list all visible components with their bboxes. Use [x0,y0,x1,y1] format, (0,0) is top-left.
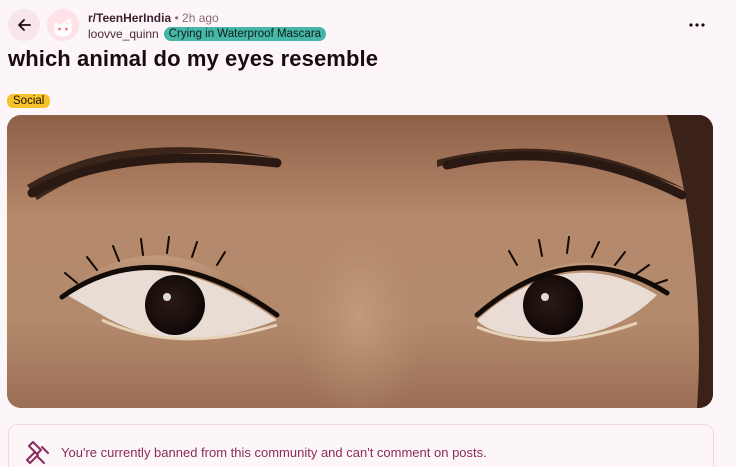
post-flair[interactable]: Social [7,94,51,108]
author-username[interactable]: loovve_quinn [88,27,159,41]
subreddit-name[interactable]: r/TeenHerIndia [88,11,171,25]
author-line: loovve_quinn Crying in Waterproof Mascar… [88,27,327,41]
user-flair: Crying in Waterproof Mascara [163,27,327,41]
post-time: • 2h ago [174,11,219,25]
more-horizontal-icon [689,23,705,27]
eyes-photo [7,115,713,408]
subreddit-avatar[interactable] [47,9,79,41]
back-button[interactable] [8,9,40,41]
banned-notice: You're currently banned from this commun… [8,424,714,467]
banned-notice-text: You're currently banned from this commun… [61,445,487,460]
arrow-left-icon [18,19,31,31]
post-image[interactable] [7,115,713,408]
post-meta: r/TeenHerIndia • 2h ago [88,11,219,25]
subreddit-avatar-graphic [47,9,79,41]
post-title[interactable]: which animal do my eyes resemble [8,46,378,72]
more-options-button[interactable] [682,12,712,38]
post-page: r/TeenHerIndia • 2h ago loovve_quinn Cry… [0,0,736,467]
ban-hammer-icon [26,441,49,464]
